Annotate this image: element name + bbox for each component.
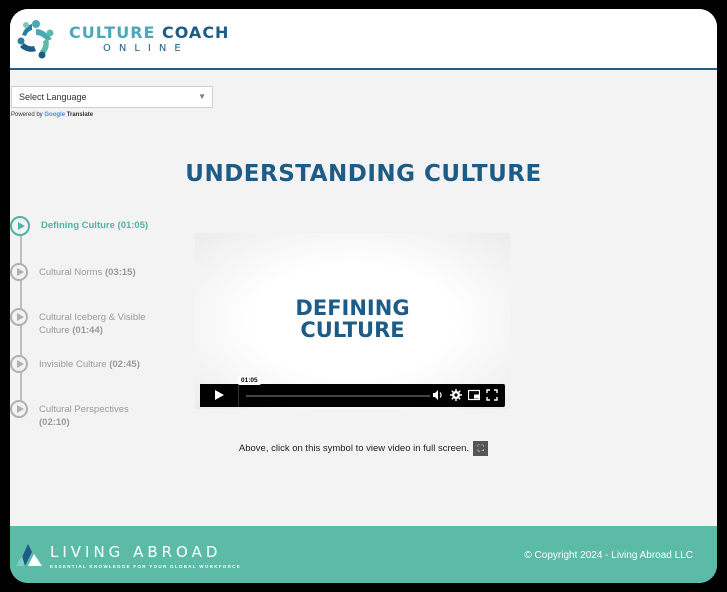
lesson-title: Defining Culture — [41, 220, 115, 231]
brand-name-culture: CULTURE — [69, 23, 163, 42]
settings-gear-icon[interactable] — [449, 387, 463, 403]
play-button[interactable] — [200, 384, 239, 407]
lesson-duration: (02:45) — [109, 359, 140, 370]
people-circle-logo-icon — [17, 20, 54, 59]
lesson-duration: (01:44) — [72, 325, 103, 336]
powered-by-google-translate: Powered by Google Translate — [11, 112, 93, 118]
lesson-label: Cultural Perspectives (02:10) — [39, 400, 159, 429]
brand-name: CULTURE COACH — [69, 23, 229, 42]
living-abroad-logo-icon — [16, 544, 42, 566]
lesson-duration: (02:10) — [39, 417, 70, 428]
lesson-duration: (03:15) — [105, 267, 136, 278]
site-header: CULTURE COACH ONLINE — [10, 9, 717, 70]
fullscreen-icon: ⛶ — [473, 441, 489, 456]
play-circle-icon — [10, 400, 28, 418]
brand-subtitle: ONLINE — [103, 43, 189, 54]
video-title: DEFINING CULTURE — [195, 297, 510, 341]
play-circle-icon — [10, 263, 28, 281]
volume-icon[interactable] — [431, 387, 445, 403]
lesson-item-invisible-culture[interactable]: Invisible Culture (02:45) — [10, 355, 159, 373]
progress-bar[interactable] — [246, 395, 430, 397]
lesson-title: Cultural Perspectives — [39, 404, 129, 415]
fullscreen-instruction: Above, click on this symbol to view vide… — [10, 441, 717, 456]
lesson-label: Cultural Norms (03:15) — [39, 263, 159, 279]
play-circle-icon — [10, 216, 30, 236]
lesson-label: Invisible Culture (02:45) — [39, 355, 159, 371]
lesson-title: Cultural Norms — [39, 267, 103, 278]
video-title-line1: DEFINING — [295, 296, 410, 320]
browser-frame: CULTURE COACH ONLINE Select Language ▼ P… — [10, 9, 717, 583]
language-select[interactable]: Select Language ▼ — [11, 86, 213, 108]
site-footer: LIVING ABROAD ESSENTIAL KNOWLEDGE FOR YO… — [10, 526, 717, 583]
video-player[interactable]: DEFINING CULTURE 01:05 — [195, 233, 510, 409]
time-tooltip: 01:05 — [238, 376, 261, 385]
play-circle-icon — [10, 355, 28, 373]
lesson-duration: (01:05) — [117, 220, 149, 231]
brand-name-coach: COACH — [162, 23, 230, 42]
lesson-label: Cultural Iceberg & Visible Culture (01:4… — [39, 308, 159, 337]
page-title: UNDERSTANDING CULTURE — [185, 161, 542, 187]
brand-logo-text[interactable]: CULTURE COACH ONLINE — [69, 23, 229, 54]
video-title-line2: CULTURE — [300, 318, 405, 342]
lesson-item-cultural-perspectives[interactable]: Cultural Perspectives (02:10) — [10, 400, 159, 429]
lesson-item-cultural-norms[interactable]: Cultural Norms (03:15) — [10, 263, 159, 281]
play-circle-icon — [10, 308, 28, 326]
video-controls: 01:05 — [200, 376, 505, 407]
lesson-item-defining-culture[interactable]: Defining Culture (01:05) — [10, 216, 161, 236]
chevron-down-icon: ▼ — [198, 92, 206, 101]
powered-by-text: Powered by — [11, 112, 43, 118]
lesson-title: Invisible Culture — [39, 359, 107, 370]
translate-text: Translate — [66, 112, 94, 118]
fullscreen-icon[interactable] — [485, 387, 499, 403]
footer-brand-name: LIVING ABROAD — [50, 543, 222, 561]
lesson-item-cultural-iceberg[interactable]: Cultural Iceberg & Visible Culture (01:4… — [10, 308, 159, 337]
picture-in-picture-icon[interactable] — [467, 387, 481, 403]
footer-tagline: ESSENTIAL KNOWLEDGE FOR YOUR GLOBAL WORK… — [50, 564, 242, 569]
language-select-value: Select Language — [19, 92, 87, 102]
lesson-label: Defining Culture (01:05) — [41, 216, 161, 232]
copyright-text: © Copyright 2024 - Living Abroad LLC — [524, 550, 693, 561]
google-logo: Google — [44, 112, 66, 118]
fullscreen-instruction-text: Above, click on this symbol to view vide… — [238, 443, 470, 455]
